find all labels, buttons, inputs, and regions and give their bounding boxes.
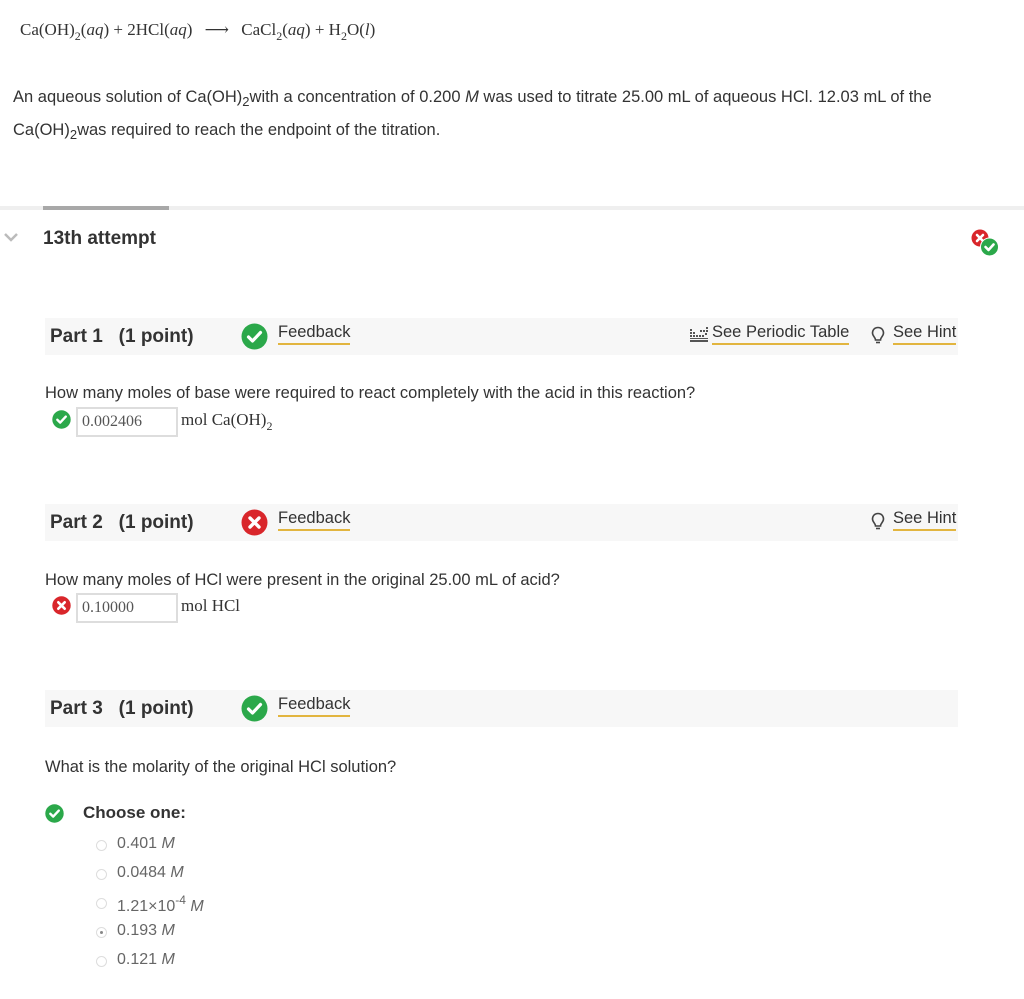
option-unit: M xyxy=(170,864,184,881)
part-2-header: Part 2 (1 point) Feedback See Hint xyxy=(45,504,958,541)
problem-sub: 2 xyxy=(242,94,250,109)
correct-check-icon xyxy=(241,695,268,722)
option-unit: M xyxy=(161,951,175,968)
correct-check-icon xyxy=(241,323,268,350)
option-label: 1.21×10-4 M xyxy=(117,893,204,916)
periodic-table-icon xyxy=(690,327,708,342)
feedback-link[interactable]: Feedback xyxy=(278,509,351,531)
eq-plus: + xyxy=(113,20,123,39)
part-3-question: What is the molarity of the original HCl… xyxy=(45,758,397,776)
problem-text: An aqueous solution of Ca(OH) xyxy=(13,88,243,106)
eq-state: aq xyxy=(287,20,305,39)
option-label: 0.121 M xyxy=(117,951,175,969)
radio-button[interactable] xyxy=(96,869,107,880)
part-3-header: Part 3 (1 point) Feedback xyxy=(45,690,958,727)
mixed-status-icon xyxy=(971,229,999,257)
unit-text: mol Ca(OH) xyxy=(181,410,267,429)
answer-unit: mol Ca(OH)2 xyxy=(181,410,272,434)
option-unit: M xyxy=(161,835,175,852)
eq-sub: 2 xyxy=(276,29,283,43)
correct-check-icon xyxy=(52,410,71,429)
problem-text: with a concentration of 0.200 xyxy=(249,88,466,106)
eq-product2: H xyxy=(328,20,341,39)
eq-sub: 2 xyxy=(74,29,81,43)
radio-button-selected[interactable] xyxy=(96,927,107,938)
problem-sub: 2 xyxy=(69,127,78,142)
attempt-progress-segment xyxy=(43,206,169,210)
eq-group: (OH) xyxy=(38,20,75,39)
unit-sub: 2 xyxy=(266,419,273,433)
eq-product2b: O xyxy=(346,20,360,39)
see-periodic-table-link[interactable]: See Periodic Table xyxy=(712,323,850,345)
part-title: Part 1 (1 point) xyxy=(50,326,194,347)
eq-reactant1: Ca xyxy=(20,20,39,39)
answer-unit: mol HCl xyxy=(181,596,241,615)
part-1-header: Part 1 (1 point) Feedback See Periodic T… xyxy=(45,318,958,355)
eq-plus: + xyxy=(314,20,325,39)
lightbulb-icon xyxy=(871,326,885,344)
option-value: 0.0484 xyxy=(117,864,166,881)
attempt-title[interactable]: 13th attempt xyxy=(43,228,156,250)
option-label: 0.401 M xyxy=(117,835,175,853)
moles-hcl-input[interactable]: 0.10000 xyxy=(76,593,178,623)
eq-state: aq xyxy=(86,20,104,39)
lightbulb-icon xyxy=(871,512,885,530)
choose-one-label: Choose one: xyxy=(83,803,186,822)
option-exponent: -4 xyxy=(175,893,186,907)
eq-product1: CaCl xyxy=(241,20,277,39)
problem-statement: An aqueous solution of Ca(OH)2with a con… xyxy=(13,83,1003,149)
see-hint-link[interactable]: See Hint xyxy=(893,323,957,345)
part-1-question: How many moles of base were required to … xyxy=(45,384,696,402)
chemical-equation: Ca(OH)2(aq) + 2HCl(aq) ⟶ CaCl2(aq) + H2O… xyxy=(20,20,376,43)
problem-text: was required to reach the endpoint of th… xyxy=(77,121,441,139)
option-value: 0.193 xyxy=(117,922,158,939)
see-hint-link[interactable]: See Hint xyxy=(893,509,957,531)
option-unit: M xyxy=(190,898,204,915)
option-value: 1.21×10 xyxy=(117,898,176,915)
option-value: 0.401 xyxy=(117,835,158,852)
reaction-arrow-icon: ⟶ xyxy=(204,20,230,39)
incorrect-x-icon xyxy=(52,596,71,615)
correct-check-icon xyxy=(45,804,64,823)
moles-base-input[interactable]: 0.002406 xyxy=(76,407,178,437)
option-unit: M xyxy=(161,922,175,939)
part-title: Part 2 (1 point) xyxy=(50,512,194,533)
eq-state: l xyxy=(364,20,370,39)
feedback-link[interactable]: Feedback xyxy=(278,323,351,345)
radio-button[interactable] xyxy=(96,956,107,967)
incorrect-x-icon xyxy=(241,509,268,536)
part-title: Part 3 (1 point) xyxy=(50,698,194,719)
problem-unit: M xyxy=(465,88,479,106)
feedback-link[interactable]: Feedback xyxy=(278,695,351,717)
option-label: 0.0484 M xyxy=(117,864,184,882)
radio-button[interactable] xyxy=(96,840,107,851)
chevron-down-icon[interactable] xyxy=(4,232,18,242)
attempt-progress-bar xyxy=(0,206,1024,210)
eq-reactant2: 2HCl xyxy=(127,20,165,39)
eq-state: aq xyxy=(169,20,187,39)
part-2-question: How many moles of HCl were present in th… xyxy=(45,571,560,589)
option-label: 0.193 M xyxy=(117,922,175,940)
option-value: 0.121 xyxy=(117,951,158,968)
radio-button[interactable] xyxy=(96,898,107,909)
